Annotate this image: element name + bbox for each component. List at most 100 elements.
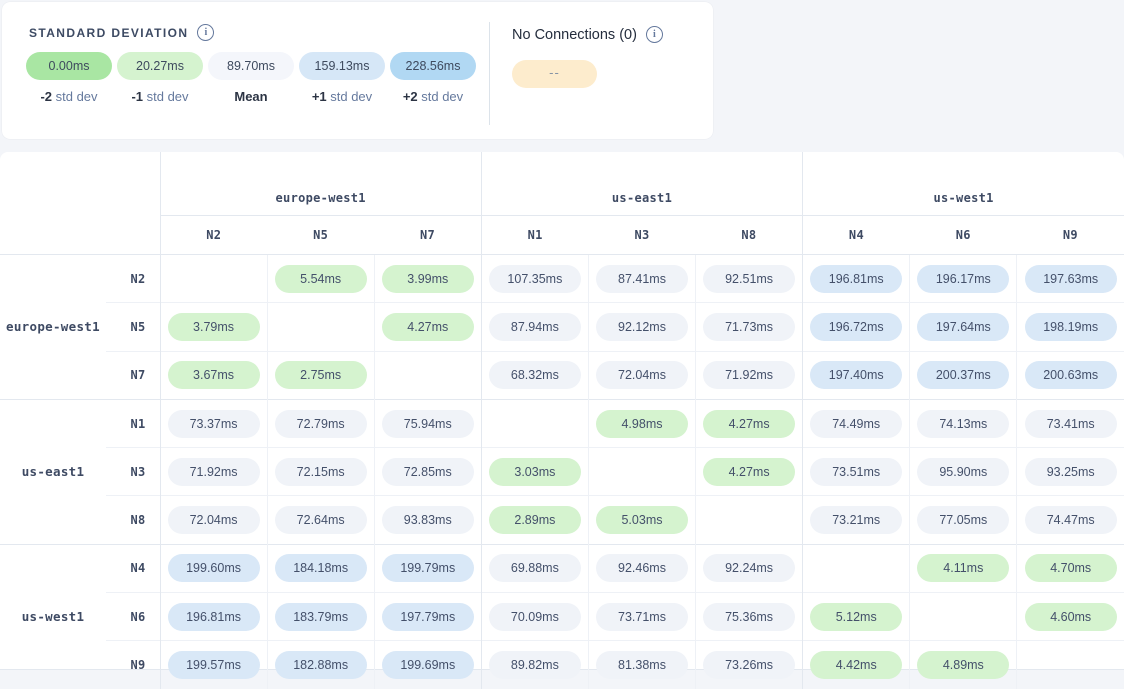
latency-pill[interactable]: 3.67ms	[168, 361, 260, 389]
latency-cell: 4.42ms	[803, 641, 910, 689]
row-node-label-N7: N7	[106, 351, 160, 399]
legend-pill-minus2[interactable]: 0.00ms	[26, 52, 112, 80]
latency-pill[interactable]: 92.51ms	[703, 265, 795, 293]
latency-cell	[696, 496, 803, 544]
legend-pill-plus2[interactable]: 228.56ms	[390, 52, 476, 80]
latency-pill[interactable]: 2.75ms	[275, 361, 367, 389]
latency-pill[interactable]: 72.04ms	[596, 361, 688, 389]
latency-pill[interactable]: 89.82ms	[489, 651, 581, 679]
latency-pill[interactable]: 4.98ms	[596, 410, 688, 438]
latency-cell	[1017, 641, 1124, 689]
latency-pill[interactable]: 198.19ms	[1025, 313, 1117, 341]
latency-cell: 68.32ms	[481, 351, 588, 399]
table-row: europe-west1N25.54ms3.99ms107.35ms87.41m…	[0, 255, 1124, 303]
latency-pill[interactable]: 196.81ms	[810, 265, 902, 293]
latency-pill[interactable]: 92.24ms	[703, 554, 795, 582]
table-row: N6196.81ms183.79ms197.79ms70.09ms73.71ms…	[0, 593, 1124, 641]
table-row: us-west1N4199.60ms184.18ms199.79ms69.88m…	[0, 544, 1124, 592]
latency-pill[interactable]: 81.38ms	[596, 651, 688, 679]
latency-pill[interactable]: 4.11ms	[917, 554, 1009, 582]
latency-pill[interactable]: 5.54ms	[275, 265, 367, 293]
column-node-header-N6: N6	[910, 216, 1017, 255]
latency-pill[interactable]: 2.89ms	[489, 506, 581, 534]
latency-pill[interactable]: 199.57ms	[168, 651, 260, 679]
latency-pill[interactable]: 93.25ms	[1025, 458, 1117, 486]
latency-pill[interactable]: 4.27ms	[703, 458, 795, 486]
legend-label-row: -2 std dev-1 std devMean+1 std dev+2 std…	[26, 89, 489, 104]
row-region-label-us-east1: us-east1	[0, 399, 106, 544]
latency-pill[interactable]: 68.32ms	[489, 361, 581, 389]
latency-pill[interactable]: 182.88ms	[275, 651, 367, 679]
latency-pill[interactable]: 4.27ms	[382, 313, 474, 341]
latency-pill[interactable]: 4.70ms	[1025, 554, 1117, 582]
std-dev-info-icon[interactable]: i	[197, 24, 214, 41]
latency-pill[interactable]: 196.17ms	[917, 265, 1009, 293]
latency-pill[interactable]: 75.94ms	[382, 410, 474, 438]
latency-pill[interactable]: 184.18ms	[275, 554, 367, 582]
latency-pill[interactable]: 92.12ms	[596, 313, 688, 341]
no-connections-info-icon[interactable]: i	[646, 26, 663, 43]
legend-pill-plus1[interactable]: 159.13ms	[299, 52, 385, 80]
latency-pill[interactable]: 5.03ms	[596, 506, 688, 534]
std-dev-legend: STANDARD DEVIATION i 0.00ms20.27ms89.70m…	[2, 2, 489, 139]
latency-pill[interactable]: 75.36ms	[703, 603, 795, 631]
latency-cell: 73.26ms	[696, 641, 803, 689]
latency-pill[interactable]: 199.60ms	[168, 554, 260, 582]
latency-cell: 77.05ms	[910, 496, 1017, 544]
latency-pill[interactable]: 73.21ms	[810, 506, 902, 534]
latency-pill[interactable]: 3.99ms	[382, 265, 474, 293]
latency-pill[interactable]: 72.64ms	[275, 506, 367, 534]
latency-pill[interactable]: 72.15ms	[275, 458, 367, 486]
latency-pill[interactable]: 3.79ms	[168, 313, 260, 341]
latency-pill[interactable]: 74.13ms	[917, 410, 1009, 438]
latency-pill[interactable]: 4.89ms	[917, 651, 1009, 679]
latency-pill[interactable]: 197.79ms	[382, 603, 474, 631]
latency-pill[interactable]: 69.88ms	[489, 554, 581, 582]
table-row: N9199.57ms182.88ms199.69ms89.82ms81.38ms…	[0, 641, 1124, 689]
latency-pill[interactable]: 3.03ms	[489, 458, 581, 486]
latency-pill[interactable]: 87.41ms	[596, 265, 688, 293]
latency-cell: 197.64ms	[910, 303, 1017, 351]
latency-pill[interactable]: 196.81ms	[168, 603, 260, 631]
latency-cell: 4.27ms	[696, 448, 803, 496]
latency-pill[interactable]: 77.05ms	[917, 506, 1009, 534]
latency-pill[interactable]: 199.69ms	[382, 651, 474, 679]
latency-pill[interactable]: 71.92ms	[703, 361, 795, 389]
latency-pill[interactable]: 197.63ms	[1025, 265, 1117, 293]
latency-pill[interactable]: 73.41ms	[1025, 410, 1117, 438]
latency-pill[interactable]: 73.26ms	[703, 651, 795, 679]
latency-pill[interactable]: 197.64ms	[917, 313, 1009, 341]
latency-pill[interactable]: 4.27ms	[703, 410, 795, 438]
latency-pill[interactable]: 70.09ms	[489, 603, 581, 631]
legend-pill-minus1[interactable]: 20.27ms	[117, 52, 203, 80]
legend-pill-mean[interactable]: 89.70ms	[208, 52, 294, 80]
latency-pill[interactable]: 92.46ms	[596, 554, 688, 582]
latency-pill[interactable]: 197.40ms	[810, 361, 902, 389]
latency-cell: 74.13ms	[910, 399, 1017, 447]
latency-cell: 3.79ms	[160, 303, 267, 351]
latency-pill[interactable]: 107.35ms	[489, 265, 581, 293]
latency-pill[interactable]: 87.94ms	[489, 313, 581, 341]
latency-pill[interactable]: 196.72ms	[810, 313, 902, 341]
latency-pill[interactable]: 72.79ms	[275, 410, 367, 438]
latency-pill[interactable]: 72.04ms	[168, 506, 260, 534]
latency-pill[interactable]: 200.37ms	[917, 361, 1009, 389]
latency-cell: 87.94ms	[481, 303, 588, 351]
latency-pill[interactable]: 73.51ms	[810, 458, 902, 486]
latency-pill[interactable]: 73.37ms	[168, 410, 260, 438]
latency-pill[interactable]: 72.85ms	[382, 458, 474, 486]
latency-pill[interactable]: 183.79ms	[275, 603, 367, 631]
latency-pill[interactable]: 4.60ms	[1025, 603, 1117, 631]
latency-pill[interactable]: 199.79ms	[382, 554, 474, 582]
latency-pill[interactable]: 71.92ms	[168, 458, 260, 486]
latency-pill[interactable]: 93.83ms	[382, 506, 474, 534]
latency-pill[interactable]: 74.47ms	[1025, 506, 1117, 534]
latency-pill[interactable]: 74.49ms	[810, 410, 902, 438]
latency-pill[interactable]: 200.63ms	[1025, 361, 1117, 389]
latency-pill[interactable]: 5.12ms	[810, 603, 902, 631]
latency-pill[interactable]: 73.71ms	[596, 603, 688, 631]
latency-cell: 4.70ms	[1017, 544, 1124, 592]
latency-pill[interactable]: 4.42ms	[810, 651, 902, 679]
latency-pill[interactable]: 71.73ms	[703, 313, 795, 341]
latency-pill[interactable]: 95.90ms	[917, 458, 1009, 486]
